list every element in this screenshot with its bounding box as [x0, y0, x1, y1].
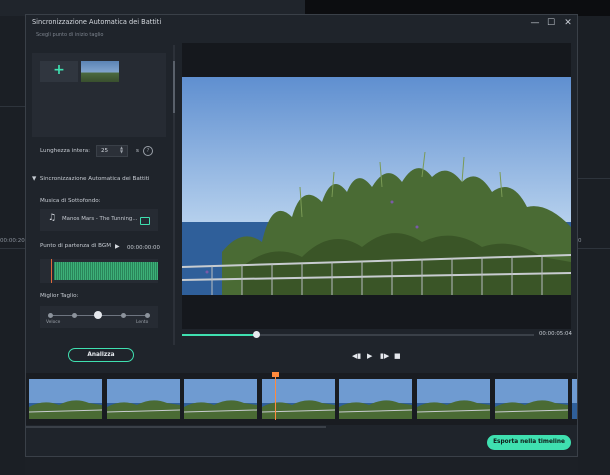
add-media-button[interactable]: +: [40, 61, 78, 82]
caret-down-icon: ▼: [32, 176, 37, 182]
best-cut-label: Miglior Taglio:: [40, 293, 79, 299]
playback-progress-fill: [182, 334, 256, 336]
slider-step[interactable]: [145, 313, 150, 318]
folder-icon[interactable]: [140, 217, 150, 225]
section-title: Sincronizzazione Automatica dei Battiti: [39, 176, 150, 182]
cut-start-label: Scegli punto di inizio taglio: [36, 32, 104, 38]
bgm-start-label: Punto di partenza di BGM: [40, 243, 112, 249]
length-stepper-icon[interactable]: ▲ ▼: [120, 146, 123, 154]
timeline-frame[interactable]: [495, 379, 568, 419]
timeline-frame[interactable]: [29, 379, 102, 419]
playhead-line[interactable]: [275, 376, 276, 420]
slider-min-label: Veloce: [46, 320, 61, 325]
waveform-start-marker[interactable]: [51, 259, 52, 283]
background-timecode-right: 0: [578, 238, 582, 244]
slider-max-label: Lento: [136, 320, 149, 325]
music-track-name: Manos Mars - The Tunning...: [62, 216, 138, 222]
slider-knob[interactable]: [94, 311, 102, 319]
background-divider: [0, 106, 25, 107]
timeline-frame[interactable]: [262, 379, 335, 419]
background-divider: [578, 178, 610, 179]
export-to-timeline-button[interactable]: Esporta nella timeline: [487, 435, 571, 450]
beat-sync-dialog: Sincronizzazione Automatica dei Battiti …: [25, 14, 578, 457]
audio-waveform[interactable]: [40, 259, 158, 283]
maximize-button[interactable]: ☐: [545, 17, 557, 29]
minimize-button[interactable]: —: [529, 17, 541, 29]
previous-frame-icon[interactable]: ◀▮: [352, 352, 361, 360]
stop-icon[interactable]: ■: [394, 352, 401, 360]
background-left-panel: 00:00:20:0: [0, 16, 30, 475]
music-note-icon: ♫: [48, 213, 57, 223]
background-divider: [578, 248, 610, 249]
bgm-start-time: 00:00:00:00: [127, 245, 160, 251]
slider-step[interactable]: [121, 313, 126, 318]
close-button[interactable]: ✕: [562, 17, 574, 29]
left-panel-scroll-thumb[interactable]: [173, 61, 175, 113]
length-unit: s: [136, 148, 139, 154]
timeline-scrollbar[interactable]: [26, 426, 326, 428]
background-right-panel: 0: [578, 16, 610, 475]
media-box: +: [32, 53, 166, 137]
playback-progress-knob[interactable]: [253, 331, 260, 338]
bgm-play-icon[interactable]: ▶: [115, 243, 120, 250]
analyze-button[interactable]: Analizza: [68, 348, 134, 362]
help-icon[interactable]: ?: [143, 146, 153, 156]
section-beat-sync[interactable]: ▼ Sincronizzazione Automatica dei Battit…: [32, 176, 149, 182]
title-bar: Sincronizzazione Automatica dei Battiti …: [26, 15, 577, 31]
media-thumbnail[interactable]: [81, 61, 119, 82]
dialog-title: Sincronizzazione Automatica dei Battiti: [32, 18, 162, 26]
length-input[interactable]: 25: [96, 145, 128, 157]
timeline-frame[interactable]: [184, 379, 257, 419]
timeline-frame[interactable]: [107, 379, 180, 419]
timeline-frame[interactable]: [572, 379, 577, 419]
play-icon[interactable]: ▶: [367, 352, 372, 360]
length-label: Lunghezza intera:: [40, 148, 91, 154]
slider-step[interactable]: [72, 313, 77, 318]
preview-image: [182, 77, 571, 295]
slider-step[interactable]: [48, 313, 53, 318]
playback-time: 00:00:05:04: [539, 331, 572, 337]
next-frame-icon[interactable]: ▮▶: [380, 352, 389, 360]
timeline-frame[interactable]: [417, 379, 490, 419]
music-label: Musica di Sottofondo:: [40, 198, 101, 204]
background-divider: [0, 248, 25, 249]
best-cut-slider[interactable]: Veloce Lento: [40, 306, 158, 328]
timeline-frame[interactable]: [339, 379, 412, 419]
waveform-fill: [54, 262, 158, 280]
music-selector[interactable]: ♫ Manos Mars - The Tunning...: [40, 209, 158, 231]
